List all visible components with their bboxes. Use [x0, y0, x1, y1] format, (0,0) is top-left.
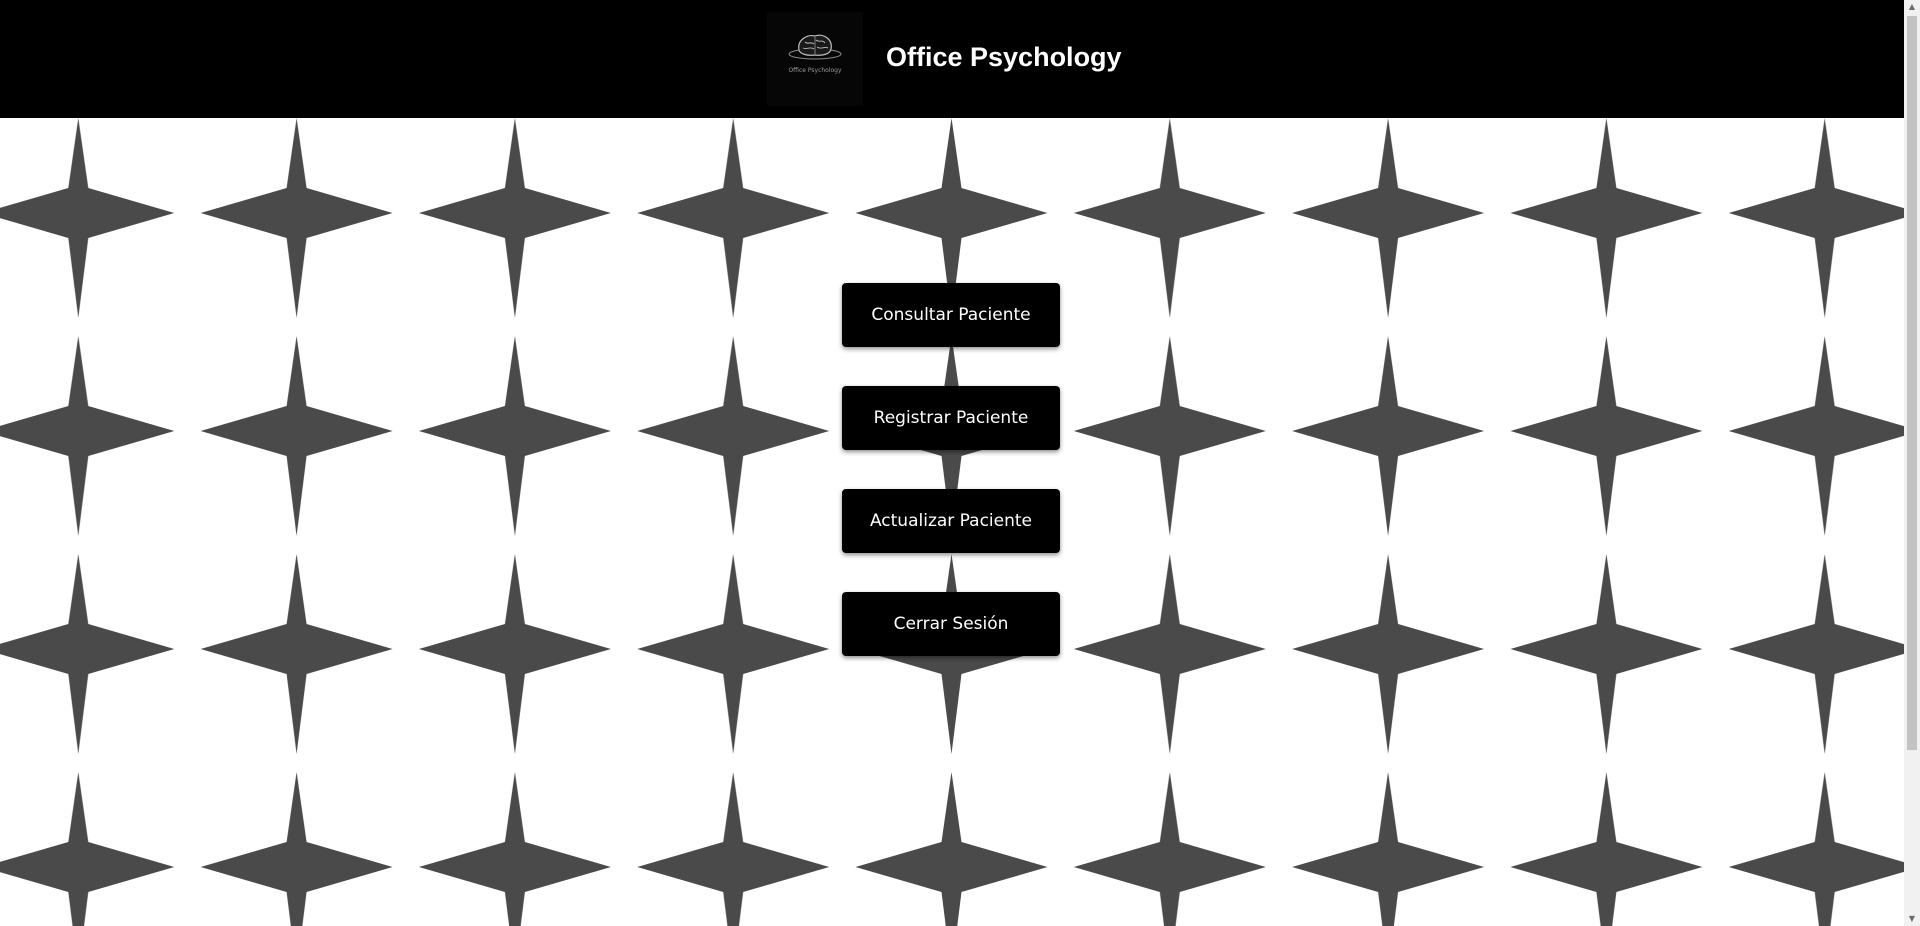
- cerrar-sesion-button[interactable]: Cerrar Sesión: [842, 592, 1060, 656]
- scroll-down-icon[interactable]: ▼: [1904, 912, 1920, 926]
- consultar-paciente-button[interactable]: Consultar Paciente: [842, 283, 1060, 347]
- app-logo[interactable]: Office Psychology: [767, 12, 863, 106]
- vertical-scrollbar[interactable]: ▲ ▼: [1904, 0, 1920, 926]
- brain-icon: [788, 34, 842, 60]
- registrar-paciente-button[interactable]: Registrar Paciente: [842, 386, 1060, 450]
- scroll-thumb[interactable]: [1907, 16, 1917, 750]
- page-title: Office Psychology: [886, 42, 1122, 72]
- app-header: Office Psychology Office Psychology: [0, 0, 1904, 118]
- logo-text: Office Psychology: [788, 67, 842, 74]
- scroll-up-icon[interactable]: ▲: [1904, 0, 1920, 14]
- main-menu: Consultar Paciente Registrar Paciente Ac…: [842, 283, 1060, 695]
- app-page: Office Psychology Office Psychology Cons…: [0, 0, 1920, 926]
- actualizar-paciente-button[interactable]: Actualizar Paciente: [842, 489, 1060, 553]
